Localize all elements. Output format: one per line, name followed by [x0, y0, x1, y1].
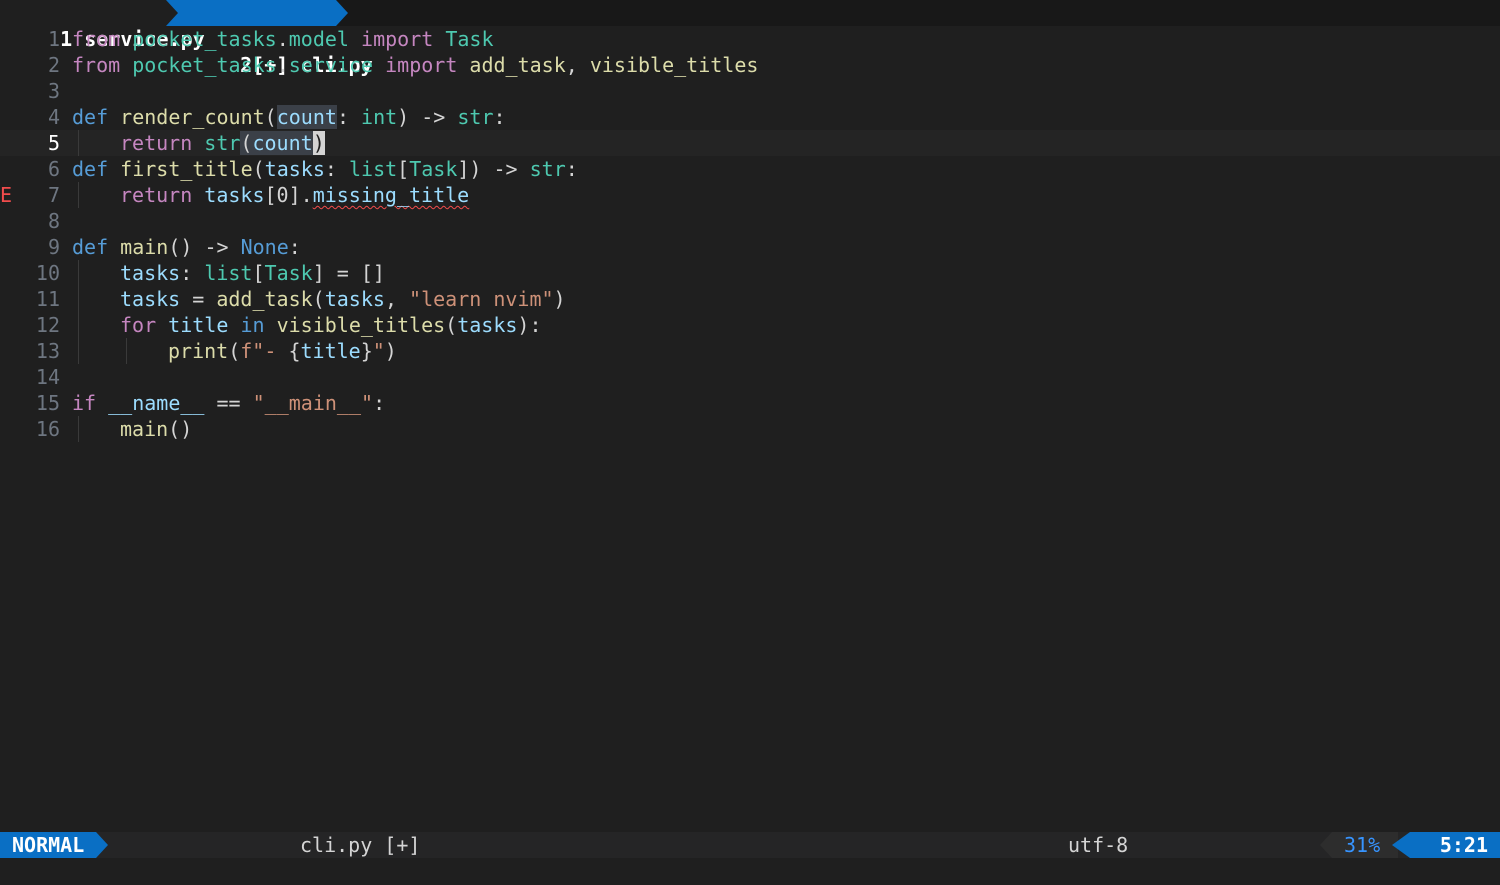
code-text: return tasks[0].missing_title	[120, 183, 470, 207]
code-line[interactable]: E 7 return tasks[0].missing_title	[0, 182, 1500, 208]
code-line[interactable]: 15 if __name__ == "__main__":	[0, 390, 1500, 416]
code-line[interactable]: 9 def main() -> None:	[0, 234, 1500, 260]
code-line[interactable]: 3	[0, 78, 1500, 104]
line-number: 8	[47, 209, 60, 233]
code-line[interactable]: 6 def first_title(tasks: list[Task]) -> …	[0, 156, 1500, 182]
scroll-percent: 31%	[1344, 833, 1381, 857]
percent-separator	[1320, 832, 1332, 858]
line-number: 16	[35, 417, 60, 441]
indent-guide	[78, 130, 79, 156]
line-number: 13	[35, 339, 60, 363]
cursor: )	[312, 131, 325, 155]
tab-cli-py[interactable]: 2[+] cli.py	[166, 0, 373, 77]
code-line[interactable]: 8	[0, 208, 1500, 234]
code-text: return str(count)	[120, 131, 325, 155]
tabline: 1 service.py 2[+] cli.py	[0, 0, 1500, 77]
statusline: NORMAL main 1 cli.py [+] utf-8 python 31…	[0, 832, 1500, 885]
indent-guide	[78, 260, 79, 286]
mode-indicator: NORMAL	[0, 832, 96, 858]
code-text: def main() -> None:	[72, 235, 301, 259]
line-number: 9	[47, 235, 60, 259]
code-line-current[interactable]: 5 return str(count)	[0, 130, 1500, 156]
indent-guide	[78, 416, 79, 442]
code-text: for title in visible_titles(tasks):	[120, 313, 542, 337]
code-text: if __name__ == "__main__":	[72, 391, 386, 415]
line-number: 6	[47, 157, 60, 181]
line-number: 7	[47, 183, 60, 207]
reference-highlight: count	[276, 105, 337, 129]
file-name: cli.py [+]	[300, 833, 421, 857]
indent-guide	[78, 338, 79, 364]
code-line[interactable]: 13 print(f"- {title}")	[0, 338, 1500, 364]
code-text: main()	[120, 417, 193, 441]
code-line[interactable]: 10 tasks: list[Task] = []	[0, 260, 1500, 286]
code-text: from pocket_tasks.service import add_tas…	[72, 53, 759, 77]
line-number: 15	[35, 391, 60, 415]
indent-guide	[78, 182, 79, 208]
line-number: 4	[47, 105, 60, 129]
indent-guide	[78, 286, 79, 312]
tab-service-py[interactable]: 1 service.py	[0, 0, 205, 51]
cursor-position: 5:21	[1410, 832, 1500, 858]
command-line[interactable]	[0, 858, 1500, 885]
line-number: 11	[35, 287, 60, 311]
code-line[interactable]: 12 for title in visible_titles(tasks):	[0, 312, 1500, 338]
line-number: 3	[47, 79, 60, 103]
error-underline: missing_title	[312, 183, 470, 207]
line-number: 14	[35, 365, 60, 389]
indent-guide	[126, 338, 127, 364]
reference-highlight: count	[252, 131, 313, 155]
line-number: 5	[47, 131, 60, 155]
code-line[interactable]: 4 def render_count(count: int) -> str:	[0, 104, 1500, 130]
code-text: tasks: list[Task] = []	[120, 261, 385, 285]
code-line[interactable]: 2 from pocket_tasks.service import add_t…	[0, 52, 1500, 78]
tab-separator	[336, 0, 348, 26]
code-line[interactable]: 1 from pocket_tasks.model import Task	[0, 26, 1500, 52]
line-number: 10	[35, 261, 60, 285]
tab-separator	[166, 0, 178, 26]
error-sign: E	[0, 183, 13, 207]
code-line[interactable]: 11 tasks = add_task(tasks, "learn nvim")	[0, 286, 1500, 312]
indent-guide	[78, 312, 79, 338]
code-line[interactable]: 14	[0, 364, 1500, 390]
code-line[interactable]: 16 main()	[0, 416, 1500, 442]
mode-separator	[96, 832, 108, 858]
editor-buffer[interactable]: 1 from pocket_tasks.model import Task 2 …	[0, 26, 1500, 832]
line-number: 1	[47, 27, 60, 51]
code-text: from pocket_tasks.model import Task	[72, 27, 494, 51]
code-text: def render_count(count: int) -> str:	[72, 105, 506, 129]
code-text: print(f"- {title}")	[168, 339, 397, 363]
line-number: 2	[47, 53, 60, 77]
code-text: def first_title(tasks: list[Task]) -> st…	[72, 157, 578, 181]
position-separator	[1392, 832, 1410, 858]
line-number: 12	[35, 313, 60, 337]
code-text: tasks = add_task(tasks, "learn nvim")	[120, 287, 566, 311]
file-encoding: utf-8	[1068, 833, 1129, 857]
